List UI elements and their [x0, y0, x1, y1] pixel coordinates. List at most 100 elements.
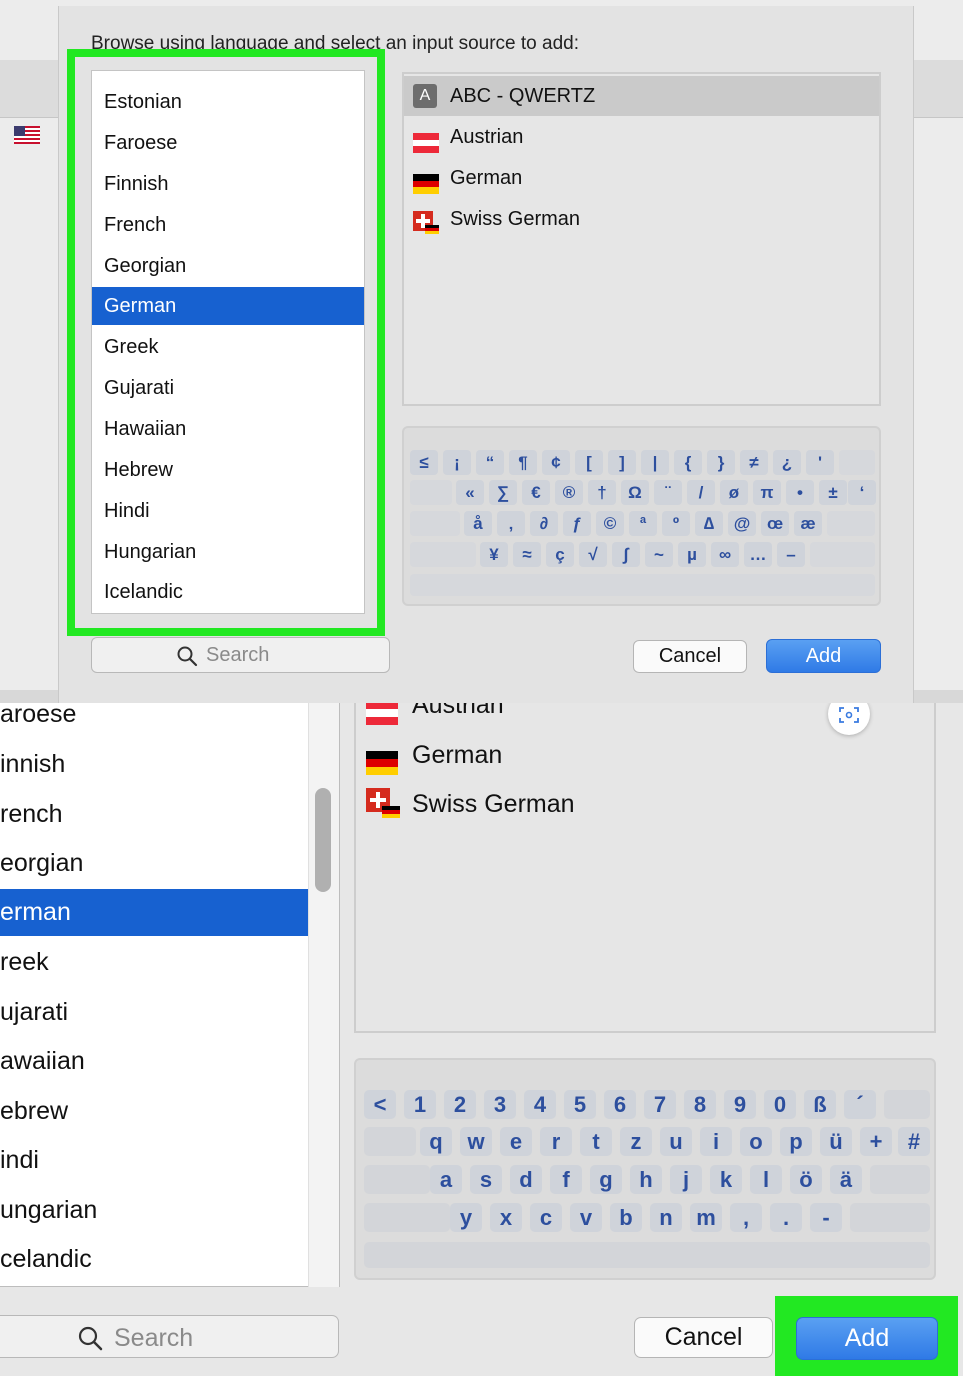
- key: ©: [596, 511, 624, 536]
- key: π: [753, 480, 781, 505]
- key: 5: [564, 1090, 596, 1119]
- key: ´: [844, 1090, 876, 1119]
- key: ª: [629, 511, 657, 536]
- search-placeholder: Search: [206, 644, 270, 666]
- key: b: [610, 1203, 642, 1232]
- switzerland-flag-icon: [413, 209, 439, 234]
- key: w: [460, 1127, 492, 1156]
- input-source-label: Swiss German: [412, 790, 575, 818]
- input-source-label: German: [412, 741, 503, 769]
- language-item[interactable]: rench: [0, 791, 339, 838]
- key: {: [674, 450, 702, 475]
- language-item-selected[interactable]: erman: [0, 889, 308, 936]
- key: t: [580, 1127, 612, 1156]
- key: ü: [820, 1127, 852, 1156]
- key: x: [490, 1203, 522, 1232]
- language-item[interactable]: innish: [0, 741, 339, 788]
- key: k: [710, 1165, 742, 1194]
- language-item[interactable]: aroese: [0, 703, 339, 738]
- germany-flag-icon: [413, 168, 439, 194]
- key: ‘: [848, 480, 876, 505]
- key-blank: [810, 542, 875, 567]
- key: 2: [444, 1090, 476, 1119]
- key: |: [641, 450, 669, 475]
- key: r: [540, 1127, 572, 1156]
- key: ö: [790, 1165, 822, 1194]
- key: ∆: [695, 511, 723, 536]
- key: ~: [645, 542, 673, 567]
- cancel-button[interactable]: Cancel: [634, 1317, 773, 1358]
- key: «: [456, 480, 484, 505]
- key: †: [588, 480, 616, 505]
- key: ¨: [654, 480, 682, 505]
- input-source-item-selected[interactable]: A ABC - QWERTZ: [404, 76, 879, 116]
- language-item[interactable]: indi: [0, 1137, 339, 1184]
- key: 4: [524, 1090, 556, 1119]
- search-placeholder: Search: [114, 1324, 194, 1352]
- key: h: [630, 1165, 662, 1194]
- key: ¶: [509, 450, 537, 475]
- key: ç: [546, 542, 574, 567]
- language-item[interactable]: eorgian: [0, 840, 339, 887]
- key: 0: [764, 1090, 796, 1119]
- key: @: [728, 511, 756, 536]
- key-row-blank: [410, 574, 875, 596]
- background-toolbar-right: [914, 60, 963, 118]
- key: ±: [819, 480, 847, 505]
- key: Ω: [621, 480, 649, 505]
- key: z: [620, 1127, 652, 1156]
- input-source-item[interactable]: German: [356, 731, 934, 779]
- key: “: [476, 450, 504, 475]
- key: y: [450, 1203, 482, 1232]
- key: j: [670, 1165, 702, 1194]
- search-field[interactable]: Search: [0, 1315, 339, 1358]
- key: o: [740, 1127, 772, 1156]
- language-list[interactable]: aroese innish rench eorgian erman reek u…: [0, 703, 340, 1287]
- key-row-blank: [364, 1242, 930, 1268]
- input-source-list[interactable]: A ABC - QWERTZ Austrian German Swiss Ger…: [402, 72, 881, 406]
- language-item[interactable]: ungarian: [0, 1187, 339, 1234]
- scrollbar-thumb[interactable]: [315, 788, 331, 892]
- key-blank: [364, 1203, 450, 1232]
- key-blank: [364, 1165, 430, 1194]
- language-item[interactable]: ebrew: [0, 1088, 339, 1135]
- language-item[interactable]: ujarati: [0, 989, 339, 1036]
- key: c: [530, 1203, 562, 1232]
- input-source-item[interactable]: Swiss German: [404, 199, 879, 239]
- key: +: [860, 1127, 892, 1156]
- input-source-item[interactable]: Swiss German: [356, 780, 934, 828]
- key-blank: [839, 450, 875, 475]
- key-blank: [884, 1090, 930, 1119]
- key: l: [750, 1165, 782, 1194]
- language-item[interactable]: reek: [0, 939, 339, 986]
- key: ∞: [711, 542, 739, 567]
- input-source-label: ABC - QWERTZ: [450, 85, 596, 107]
- language-item[interactable]: celandic: [0, 1236, 339, 1283]
- key-blank: [364, 1127, 416, 1156]
- switzerland-flag-icon: [366, 788, 400, 836]
- key: µ: [678, 542, 706, 567]
- key: ≤: [410, 450, 438, 475]
- key: a: [430, 1165, 462, 1194]
- input-source-item[interactable]: German: [404, 158, 879, 198]
- input-source-list[interactable]: Austrian German Swiss German: [354, 703, 936, 1033]
- key-blank: [410, 480, 452, 505]
- input-source-item[interactable]: Austrian: [404, 117, 879, 157]
- search-field[interactable]: Search: [91, 637, 390, 673]
- key-blank: [827, 511, 875, 536]
- cancel-button[interactable]: Cancel: [633, 640, 747, 673]
- key: ƒ: [563, 511, 591, 536]
- key: }: [707, 450, 735, 475]
- key: ∫: [612, 542, 640, 567]
- top-screenshot-panel: Browse using language and select an inpu…: [0, 0, 963, 703]
- highlight-box: [67, 49, 385, 636]
- key-blank: [870, 1165, 930, 1194]
- key: ¢: [542, 450, 570, 475]
- key-blank: [410, 542, 476, 567]
- language-item[interactable]: awaiian: [0, 1038, 339, 1085]
- add-button[interactable]: Add: [796, 1317, 938, 1360]
- add-button[interactable]: Add: [766, 639, 881, 673]
- us-flag-icon: [14, 126, 40, 144]
- key: å: [464, 511, 492, 536]
- key: ‚: [497, 511, 525, 536]
